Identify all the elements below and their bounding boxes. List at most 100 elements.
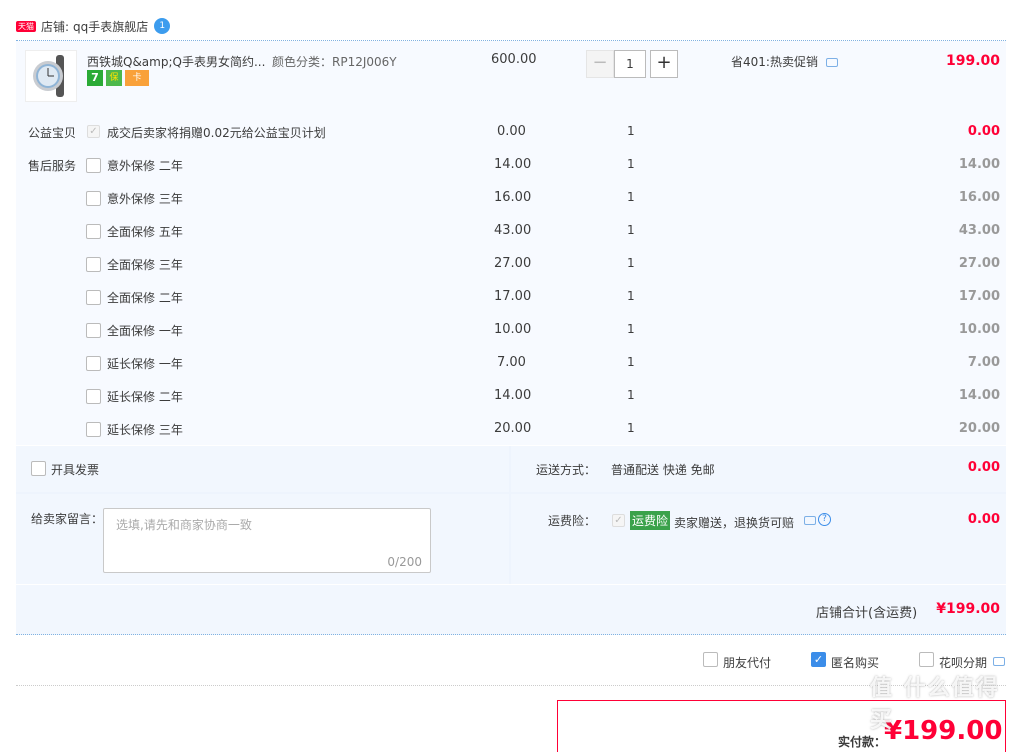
message-label: 给卖家留言： [31, 512, 104, 526]
aftersale-price: 17.00 [494, 289, 532, 304]
payment-label: 实付款： [838, 735, 887, 749]
shipping-value: 普通配送 快递 免邮 [611, 463, 715, 477]
shop-total-value: ¥199.00 [936, 601, 1000, 617]
aftersale-qty: 1 [627, 289, 635, 303]
aftersale-qty: 1 [627, 256, 635, 270]
insurance-label: 运费险： [548, 514, 597, 528]
friend-pay-checkbox[interactable] [703, 652, 718, 667]
insurance-chat-icon[interactable] [804, 516, 816, 525]
item-unit-price: 600.00 [491, 52, 537, 67]
charity-label: 公益宝贝 [28, 126, 77, 140]
huabei-checkbox[interactable] [919, 652, 934, 667]
invoice-checkbox[interactable] [31, 461, 46, 476]
seven-day-return-icon[interactable]: 7 [87, 70, 103, 86]
aftersale-checkbox[interactable] [86, 356, 101, 371]
insurance-help-icon[interactable]: ? [818, 513, 831, 526]
insurance-tag: 运费险 [630, 511, 671, 530]
shipping-price: 0.00 [967, 460, 1000, 475]
aftersale-price: 43.00 [494, 223, 532, 238]
aftersale-total: 27.00 [958, 256, 1000, 271]
aftersale-total: 14.00 [958, 157, 1000, 172]
aftersale-total: 16.00 [958, 190, 1000, 205]
aftersale-qty: 1 [627, 388, 635, 402]
tmall-badge: 天猫 [16, 20, 36, 32]
aftersale-price: 20.00 [494, 421, 532, 436]
aftersale-price: 7.00 [497, 355, 526, 370]
aftersale-total: 14.00 [958, 388, 1000, 403]
message-placeholder: 选填,请先和商家协商一致 [116, 518, 252, 532]
aftersale-qty: 1 [627, 322, 635, 336]
message-textarea[interactable]: 选填,请先和商家协商一致 0/200 [103, 508, 431, 573]
anonymous-label: 匿名购买 [831, 656, 880, 670]
aftersale-name: 全面保修 三年 [107, 258, 183, 272]
shop-label: 店铺: [41, 19, 70, 34]
insurance-checkbox: ✓ [612, 514, 625, 527]
insurance-section [511, 494, 1006, 584]
quantity-stepper: − 1 + [586, 50, 682, 78]
aftersale-price: 16.00 [494, 190, 532, 205]
aftersale-label: 售后服务 [28, 159, 77, 173]
insurance-text: 卖家赠送，退换货可赔 [674, 516, 795, 530]
item-subtotal: 199.00 [945, 53, 1000, 69]
guarantee-icon[interactable]: 保 [106, 70, 122, 86]
aftersale-name: 延长保修 二年 [107, 390, 183, 404]
service-icons: 7 保 卡 [87, 70, 149, 86]
chat-badge: 1 [159, 21, 166, 31]
aftersale-name: 全面保修 一年 [107, 324, 183, 338]
aftersale-name: 延长保修 三年 [107, 423, 183, 437]
aftersale-qty: 1 [627, 223, 635, 237]
anonymous-checkbox[interactable]: ✓ [811, 652, 826, 667]
quantity-input[interactable]: 1 [614, 50, 646, 78]
charity-text: 成交后卖家将捐赠0.02元给公益宝贝计划 [107, 126, 326, 140]
aftersale-name: 延长保修 一年 [107, 357, 183, 371]
aftersale-total: 17.00 [958, 289, 1000, 304]
item-thumbnail[interactable] [25, 50, 77, 102]
aftersale-qty: 1 [627, 157, 635, 171]
aftersale-total: 43.00 [958, 223, 1000, 238]
aftersale-name: 全面保修 五年 [107, 225, 183, 239]
aftersale-price: 10.00 [494, 322, 532, 337]
aftersale-checkbox[interactable] [86, 422, 101, 437]
aftersale-total: 7.00 [967, 355, 1000, 370]
huabei-info-icon[interactable] [993, 657, 1005, 666]
charity-total: 0.00 [967, 124, 1000, 139]
aftersale-checkbox[interactable] [86, 257, 101, 272]
shop-total-label: 店铺合计(含运费) [816, 606, 918, 621]
shipping-label: 运送方式： [536, 463, 597, 477]
item-sku: 颜色分类：RP12J006Y [272, 55, 397, 69]
aftersale-qty: 1 [627, 421, 635, 435]
watermark: 值 什么值得买 [870, 676, 1000, 733]
aftersale-checkbox[interactable] [86, 323, 101, 338]
aftersale-total: 20.00 [958, 421, 1000, 436]
aftersale-price: 14.00 [494, 157, 532, 172]
aftersale-qty: 1 [627, 355, 635, 369]
aftersale-checkbox[interactable] [86, 158, 101, 173]
divider [16, 685, 1006, 686]
increase-button[interactable]: + [650, 50, 678, 78]
decrease-button[interactable]: − [586, 50, 614, 78]
aftersale-checkbox[interactable] [86, 389, 101, 404]
watch-image [33, 55, 64, 97]
shop-header: 天猫 店铺: qq手表旗舰店 1 [16, 17, 171, 35]
aftersale-qty: 1 [627, 190, 635, 204]
insurance-price: 0.00 [967, 512, 1000, 527]
invoice-label: 开具发票 [51, 463, 100, 477]
friend-pay-label: 朋友代付 [723, 656, 772, 670]
card-payment-icon[interactable]: 卡 [125, 70, 149, 86]
chat-icon[interactable]: 1 [154, 18, 171, 34]
aftersale-checkbox[interactable] [86, 224, 101, 239]
charity-price: 0.00 [497, 124, 526, 139]
item-title-link[interactable]: 西铁城Q&amp;Q手表男女简约... [87, 53, 265, 70]
aftersale-checkbox[interactable] [86, 290, 101, 305]
charity-checkbox: ✓ [87, 125, 100, 138]
huabei-label: 花呗分期 [939, 656, 988, 670]
aftersale-name: 全面保修 二年 [107, 291, 183, 305]
aftersale-name: 意外保修 二年 [107, 159, 183, 173]
promo-info-icon[interactable] [826, 58, 838, 67]
aftersale-checkbox[interactable] [86, 191, 101, 206]
aftersale-total: 10.00 [958, 322, 1000, 337]
shop-name-link[interactable]: qq手表旗舰店 [73, 18, 148, 35]
aftersale-price: 14.00 [494, 388, 532, 403]
promo-text: 省401:热卖促销 [731, 55, 818, 69]
aftersale-name: 意外保修 三年 [107, 192, 183, 206]
